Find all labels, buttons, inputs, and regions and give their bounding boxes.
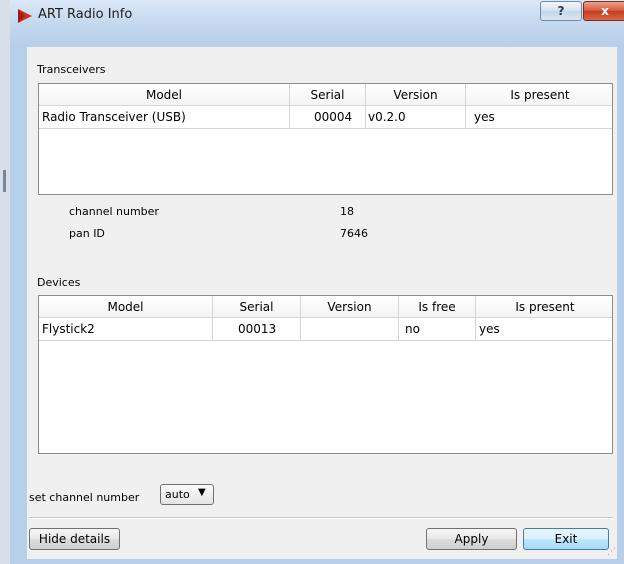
background-strip: [0, 0, 10, 564]
transceivers-label: Transceivers: [37, 63, 106, 76]
exit-button[interactable]: Exit: [523, 528, 609, 550]
cell-is-free: no: [399, 318, 476, 340]
table-row[interactable]: Flystick2 00013 no yes: [39, 318, 612, 341]
hide-details-button[interactable]: Hide details: [29, 528, 120, 550]
cell-is-present: yes: [474, 110, 495, 124]
close-icon: x: [601, 4, 609, 18]
help-icon: ?: [557, 4, 565, 18]
cell-model: Radio Transceiver (USB): [39, 106, 290, 128]
column-header-serial[interactable]: Serial: [213, 296, 301, 318]
cell-version: v0.2.0: [366, 106, 466, 128]
table-row[interactable]: Radio Transceiver (USB) 00004 v0.2.0 yes: [39, 106, 612, 129]
cell-serial: 00004: [290, 106, 366, 128]
column-header-model[interactable]: Model: [39, 296, 213, 318]
resize-grip-icon[interactable]: ⋰: [607, 547, 617, 557]
chevron-down-icon: ▼: [198, 487, 206, 498]
divider: [29, 517, 613, 519]
dialog-content: Transceivers Model Serial Version Is pre…: [27, 47, 617, 559]
set-channel-label: set channel number: [29, 491, 140, 504]
channel-number-value: 18: [340, 205, 354, 218]
window-title: ART Radio Info: [38, 7, 133, 22]
column-header-serial[interactable]: Serial: [290, 84, 366, 106]
dialog-window: ART Radio Info ? x Transceivers Model Se…: [10, 0, 624, 564]
pan-id-label: pan ID: [69, 227, 105, 240]
column-header-model[interactable]: Model: [39, 84, 290, 106]
cell-is-present: yes: [479, 322, 500, 336]
transceivers-table[interactable]: Model Serial Version Is present Radio Tr…: [38, 83, 613, 195]
apply-button[interactable]: Apply: [426, 528, 517, 550]
channel-select[interactable]: auto ▼: [160, 484, 214, 505]
devices-label: Devices: [37, 276, 81, 289]
title-bar[interactable]: ART Radio Info ? x: [10, 0, 624, 46]
cell-version: [301, 318, 399, 340]
cell-serial: 00013: [213, 318, 301, 340]
column-header-is-free[interactable]: Is free: [399, 296, 476, 318]
strip-mark: [3, 170, 6, 192]
close-button[interactable]: x: [583, 1, 624, 21]
channel-select-value: auto: [165, 488, 190, 501]
channel-number-label: channel number: [69, 205, 159, 218]
pan-id-value: 7646: [340, 227, 368, 240]
devices-table[interactable]: Model Serial Version Is free Is present …: [38, 295, 613, 454]
column-header-is-present[interactable]: Is present: [476, 296, 612, 318]
column-header-version[interactable]: Version: [301, 296, 399, 318]
column-header-version[interactable]: Version: [366, 84, 466, 106]
app-logo-icon: [18, 9, 32, 23]
cell-model: Flystick2: [39, 318, 213, 340]
help-button[interactable]: ?: [540, 1, 582, 21]
column-header-is-present[interactable]: Is present: [466, 84, 612, 106]
